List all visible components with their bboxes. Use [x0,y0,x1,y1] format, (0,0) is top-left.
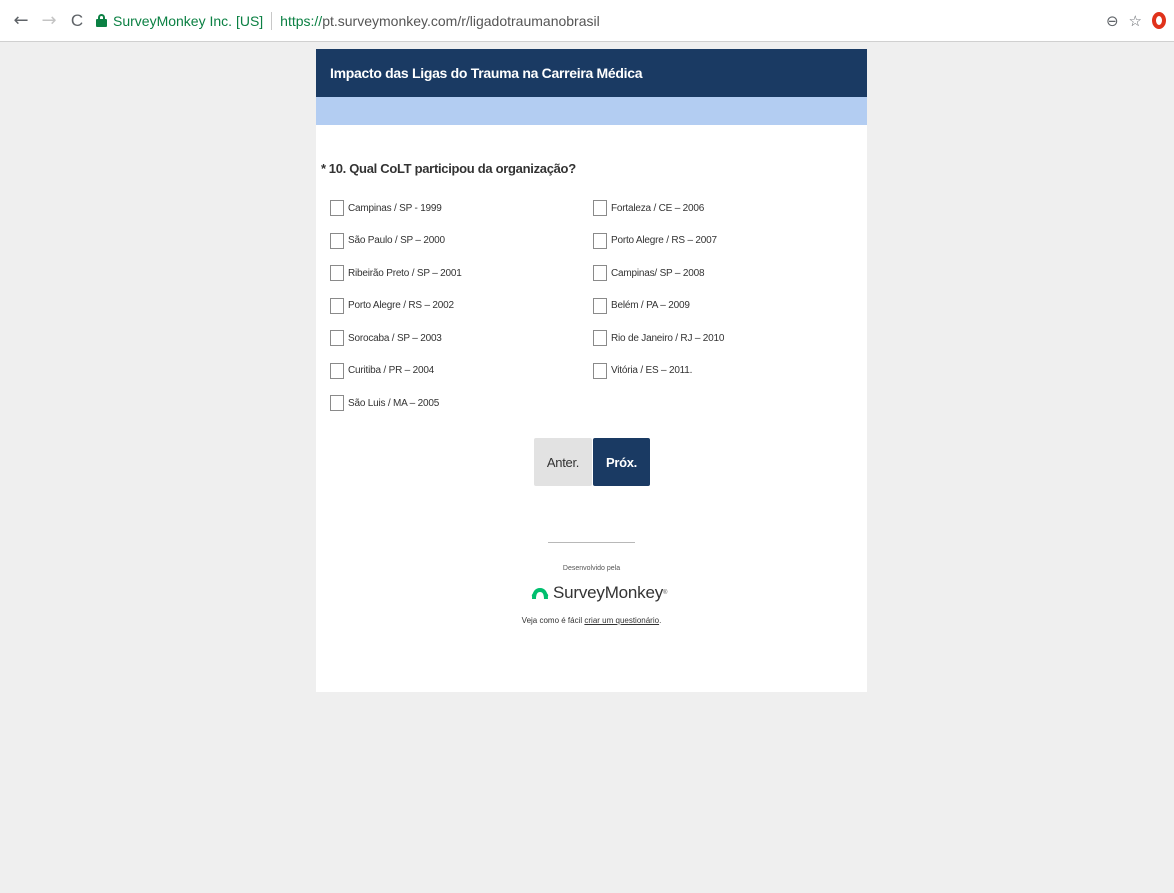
option-label: São Paulo / SP – 2000 [348,235,445,247]
question-text: 10. Qual CoLT participou da organização? [328,161,576,176]
checkbox[interactable] [330,395,344,412]
option-sao-paulo-2000[interactable]: São Paulo / SP – 2000 [330,225,462,258]
option-label: São Luis / MA – 2005 [348,397,440,409]
option-label: Vitória / ES – 2011. [611,365,693,377]
question-title: * 10. Qual CoLT participou da organização… [321,161,576,176]
option-label: Fortaleza / CE – 2006 [611,202,705,214]
option-belem-2009[interactable]: Belém / PA – 2009 [593,290,724,323]
option-campinas-2008[interactable]: Campinas/ SP – 2008 [593,257,724,290]
option-label: Sorocaba / SP – 2003 [348,332,442,344]
option-fortaleza-2006[interactable]: Fortaleza / CE – 2006 [593,192,724,225]
powered-by-text: Desenvolvido pela [562,565,621,572]
option-rio-de-janeiro-2010[interactable]: Rio de Janeiro / RJ – 2010 [593,322,724,355]
checkbox[interactable] [330,297,344,314]
surveymonkey-wordmark: SurveyMonkey [553,583,664,602]
survey-title: Impacto das Ligas do Trauma na Carreira … [316,49,867,97]
option-label: Curitiba / PR – 2004 [348,365,435,377]
option-sao-luis-2005[interactable]: São Luis / MA – 2005 [330,387,462,420]
checkbox[interactable] [593,200,607,217]
registered-mark: ® [663,590,668,596]
surveymonkey-logo[interactable]: SurveyMonkey ® [531,582,667,604]
create-survey-link[interactable]: criar um questionário [584,616,659,625]
option-label: Rio de Janeiro / RJ – 2010 [611,332,725,344]
checkbox[interactable] [330,200,344,217]
option-label: Belém / PA – 2009 [611,300,690,312]
option-porto-alegre-2002[interactable]: Porto Alegre / RS – 2002 [330,290,462,323]
survey-card: Impacto das Ligas do Trauma na Carreira … [316,49,867,692]
next-button[interactable]: Próx. [593,438,650,486]
option-campinas-1999[interactable]: Campinas / SP - 1999 [330,192,462,225]
footer-divider [548,542,635,543]
url-path[interactable]: pt.surveymonkey.com/r/ligadotraumanobras… [322,13,600,29]
back-icon[interactable]: ← [10,10,32,32]
zoom-icon[interactable]: ⊖ [1106,12,1119,30]
checkbox[interactable] [593,362,607,379]
option-label: Porto Alegre / RS – 2002 [348,300,454,312]
address-bar[interactable]: SurveyMonkey Inc. [US] https:// pt.surve… [96,8,1106,34]
option-label: Ribeirão Preto / SP – 2001 [348,267,462,279]
bookmark-star-icon[interactable]: ☆ [1129,12,1142,30]
checkbox[interactable] [593,297,607,314]
options-column-left: Campinas / SP - 1999 São Paulo / SP – 20… [330,192,462,420]
lock-icon [96,14,107,27]
prev-button[interactable]: Anter. [534,438,592,486]
option-label: Campinas/ SP – 2008 [611,267,705,279]
browser-toolbar: ← → C SurveyMonkey Inc. [US] https:// pt… [0,0,1174,42]
checkbox[interactable] [593,330,607,347]
promo-text: Veja como é fácil criar um questionário. [316,616,867,625]
checkbox[interactable] [593,232,607,249]
checkbox[interactable] [330,330,344,347]
option-label: Campinas / SP - 1999 [348,202,442,214]
option-vitoria-2011[interactable]: Vitória / ES – 2011. [593,355,724,388]
surveymonkey-logo-icon [531,588,549,599]
progress-band [316,97,867,125]
option-sorocaba-2003[interactable]: Sorocaba / SP – 2003 [330,322,462,355]
checkbox[interactable] [593,265,607,282]
option-label: Porto Alegre / RS – 2007 [611,235,717,247]
url-scheme[interactable]: https:// [280,13,322,29]
site-identity[interactable]: SurveyMonkey Inc. [US] [113,13,263,29]
required-marker: * [321,161,326,176]
reload-icon[interactable]: C [66,10,88,32]
opera-icon[interactable] [1152,12,1166,29]
options-column-right: Fortaleza / CE – 2006 Porto Alegre / RS … [593,192,724,387]
checkbox[interactable] [330,232,344,249]
url-separator [271,11,273,30]
forward-icon[interactable]: → [38,10,60,32]
option-ribeirao-preto-2001[interactable]: Ribeirão Preto / SP – 2001 [330,257,462,290]
option-curitiba-2004[interactable]: Curitiba / PR – 2004 [330,355,462,388]
checkbox[interactable] [330,362,344,379]
option-porto-alegre-2007[interactable]: Porto Alegre / RS – 2007 [593,225,724,258]
promo-prefix: Veja como é fácil [521,616,585,625]
checkbox[interactable] [330,265,344,282]
toolbar-actions: ⊖ ☆ [1106,12,1166,30]
promo-suffix: . [659,616,662,625]
